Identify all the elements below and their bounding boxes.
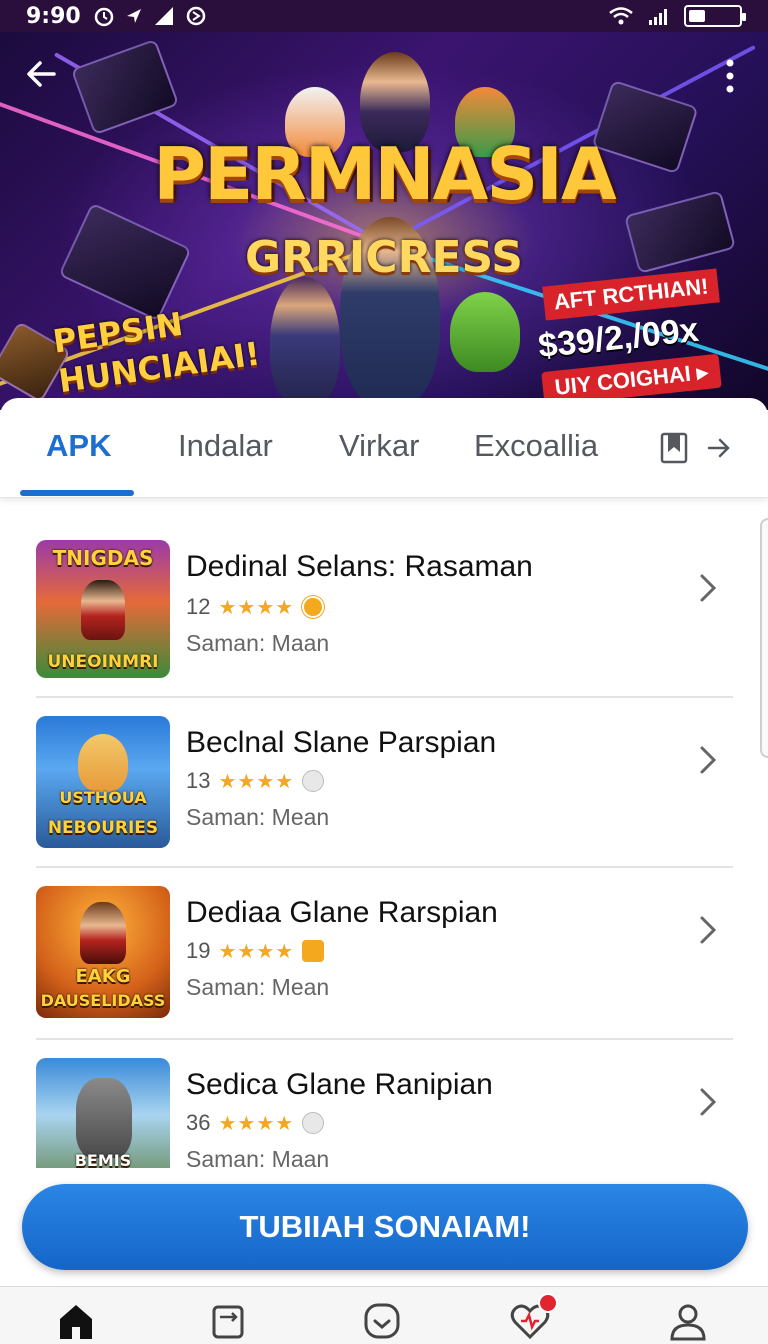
app-rating: 12 ★★★★ bbox=[186, 594, 325, 620]
neutral-badge-icon bbox=[302, 1112, 325, 1134]
rating-count: 13 bbox=[186, 768, 211, 793]
tab-excoallia[interactable]: Excoallia bbox=[474, 428, 598, 464]
star-rating-icon: ★★★★ bbox=[218, 940, 295, 963]
hero-banner[interactable]: PERMNASIA GRRICRESS PEPSIN HUNCIAIAI! AF… bbox=[0, 32, 768, 410]
app-meta: Saman: Mean bbox=[186, 974, 330, 1000]
thumbnail-character bbox=[81, 580, 125, 640]
tab-active-indicator bbox=[20, 490, 134, 496]
repeat-icon bbox=[212, 1305, 244, 1339]
hero-title: PERMNASIA bbox=[153, 132, 616, 216]
bookmark-icon[interactable] bbox=[660, 432, 688, 464]
thumbnail-top-text: EAKG bbox=[75, 966, 131, 987]
battery-icon bbox=[684, 5, 746, 27]
hero-promo[interactable]: AFT RCTHIAN! $39/2,/09x UIY COIGHAI ▸ bbox=[532, 267, 743, 407]
side-drawer-handle[interactable] bbox=[760, 518, 768, 758]
more-menu-button[interactable] bbox=[706, 52, 754, 100]
app-rating: 13 ★★★★ bbox=[186, 768, 325, 794]
app-title: Beclnal Slane Parspian bbox=[186, 726, 497, 759]
nav-repeat[interactable] bbox=[206, 1299, 250, 1343]
coin-badge-icon bbox=[302, 940, 325, 962]
star-rating-icon: ★★★★ bbox=[218, 770, 295, 793]
decor-card bbox=[70, 38, 180, 136]
hero-left-text: PEPSIN HUNCIAIAI! bbox=[50, 304, 263, 401]
navigation-icon bbox=[126, 9, 141, 23]
rating-count: 36 bbox=[186, 1110, 211, 1135]
primary-cta-button[interactable]: TUBIIAH SONAIAM! bbox=[22, 1184, 748, 1270]
vpn-icon bbox=[186, 6, 205, 26]
battery-fill bbox=[689, 10, 706, 22]
chevron-right-icon[interactable] bbox=[693, 740, 723, 780]
hero-character bbox=[270, 277, 340, 407]
nav-favorites[interactable] bbox=[508, 1293, 558, 1343]
app-meta: Saman: Maan bbox=[186, 630, 330, 656]
star-rating-icon: ★★★★ bbox=[218, 596, 295, 619]
rating-count: 19 bbox=[186, 938, 211, 963]
signal-icon bbox=[154, 7, 173, 25]
hero-character bbox=[450, 292, 520, 372]
arrow-right-icon[interactable] bbox=[706, 435, 732, 461]
star-rating-icon: ★★★★ bbox=[218, 1112, 295, 1135]
thumbnail-character bbox=[76, 1078, 132, 1158]
rating-count: 12 bbox=[186, 594, 211, 619]
alarm-icon bbox=[94, 7, 113, 27]
app-thumbnail: USTHOUA NEBOURIES bbox=[36, 716, 170, 848]
wifi-icon bbox=[609, 7, 633, 25]
nav-chat[interactable] bbox=[360, 1299, 404, 1343]
list-item[interactable]: EAKG DAUSELIDASS Dediaa Glane Rarspian 1… bbox=[36, 868, 733, 1040]
nav-profile[interactable] bbox=[666, 1299, 710, 1343]
neutral-badge-icon bbox=[302, 770, 325, 792]
app-rating: 36 ★★★★ bbox=[186, 1110, 325, 1136]
thumbnail-top-text: USTHOUA bbox=[59, 788, 147, 807]
notification-dot bbox=[538, 1293, 558, 1313]
tab-virkar[interactable]: Virkar bbox=[339, 428, 419, 464]
thumbnail-character bbox=[78, 734, 128, 792]
tab-apk[interactable]: APK bbox=[46, 428, 111, 464]
app-title: Dediaa Glane Rarspian bbox=[186, 896, 498, 929]
thumbnail-bottom-text: DAUSELIDASS bbox=[40, 991, 166, 1010]
status-time: 9:90 bbox=[26, 3, 81, 29]
nav-home[interactable] bbox=[54, 1299, 98, 1343]
status-bar: 9:90 bbox=[0, 0, 768, 32]
thumbnail-character bbox=[80, 902, 126, 964]
list-item[interactable]: USTHOUA NEBOURIES Beclnal Slane Parspian… bbox=[36, 698, 733, 868]
user-icon bbox=[670, 1304, 706, 1341]
arrow-left-icon bbox=[27, 61, 56, 87]
thumbnail-top-text: TNIGDAS bbox=[52, 546, 154, 570]
chevron-right-icon[interactable] bbox=[693, 568, 723, 608]
app-title: Sedica Glane Ranipian bbox=[186, 1068, 493, 1101]
app-title: Dedinal Selans: Rasaman bbox=[186, 550, 533, 583]
app-rating: 19 ★★★★ bbox=[186, 938, 325, 964]
more-vertical-icon bbox=[726, 59, 734, 93]
thumbnail-bottom-text: NEBOURIES bbox=[47, 818, 159, 838]
tab-bar: APK Indalar Virkar Excoallia bbox=[0, 398, 768, 498]
award-badge-icon bbox=[302, 596, 325, 618]
home-icon bbox=[60, 1305, 92, 1339]
app-thumbnail: TNIGDAS UNEOINMRI bbox=[36, 540, 170, 678]
list-item[interactable]: TNIGDAS UNEOINMRI Dedinal Selans: Rasama… bbox=[36, 510, 733, 698]
app-thumbnail: EAKG DAUSELIDASS bbox=[36, 886, 170, 1018]
app-meta: Saman: Mean bbox=[186, 804, 330, 830]
thumbnail-bottom-text: UNEOINMRI bbox=[47, 652, 159, 672]
back-button[interactable] bbox=[18, 50, 66, 98]
tab-indalar[interactable]: Indalar bbox=[178, 428, 273, 464]
chevron-right-icon[interactable] bbox=[693, 910, 723, 950]
cell-bars-icon bbox=[649, 9, 667, 25]
bottom-nav bbox=[0, 1286, 768, 1344]
cta-container: TUBIIAH SONAIAM! bbox=[0, 1168, 768, 1286]
chat-icon bbox=[364, 1303, 400, 1339]
chevron-right-icon[interactable] bbox=[693, 1082, 723, 1122]
